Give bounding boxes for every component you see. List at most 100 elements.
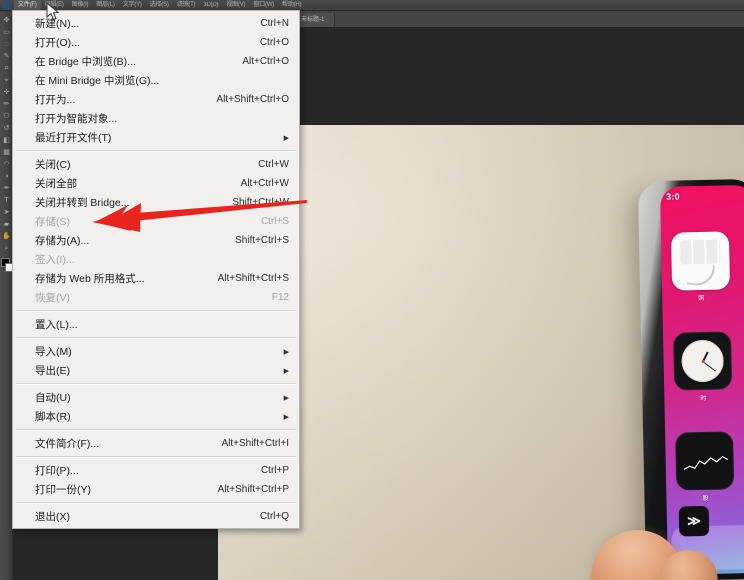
menu-item-accelerator: Shift+Ctrl+W [232,197,289,208]
menubar-item-select[interactable]: 选择(S) [146,0,173,11]
chevron-right-icon: ▶ [283,367,289,375]
clock-center-dot [701,359,705,363]
menu-item-browse-in-bridge[interactable]: 在 Bridge 中浏览(B)... Alt+Ctrl+O [13,52,299,71]
menu-item-accelerator: Ctrl+N [260,18,289,29]
menu-item-open-recent[interactable]: 最近打开文件(T) ▶ [13,128,299,147]
menu-item-close-all[interactable]: 关闭全部 Alt+Ctrl+W [13,174,299,193]
menubar-item-view[interactable]: 视图(V) [222,0,249,11]
menu-item-label: 自动(U) [35,392,71,404]
menu-item-label: 文件简介(F)... [35,438,100,450]
photoshop-logo-icon [2,0,11,10]
menu-item-accelerator: Alt+Ctrl+W [240,178,289,189]
menu-item-label: 打印一份(Y) [35,484,91,496]
menu-separator [16,383,296,385]
menu-item-label: 导出(E) [35,365,70,377]
menu-item-print-one-copy[interactable]: 打印一份(Y) Alt+Shift+Ctrl+P [13,480,299,499]
menu-item-open[interactable]: 打开(O)... Ctrl+O [13,33,299,52]
menu-item-label: 在 Bridge 中浏览(B)... [35,56,136,68]
menubar-item-filter[interactable]: 滤镜(T) [173,0,200,11]
iphone-device: 3:0 照 时 股 ≫ [637,178,744,580]
menu-item-label: 关闭并转到 Bridge... [35,197,130,209]
stocks-widget [675,431,735,491]
menu-item-check-in: 签入(I)... [13,250,299,269]
menu-separator [16,429,296,431]
menu-item-browse-in-mini-bridge[interactable]: 在 Mini Bridge 中浏览(G)... [13,71,299,90]
menubar-item-image[interactable]: 图像(I) [68,0,93,11]
menubar-item-3d[interactable]: 3D(D) [199,0,222,11]
menu-separator [16,502,296,504]
document-tab[interactable]: 未标题-1 [295,13,336,27]
menubar-item-help[interactable]: 帮助(H) [278,0,305,11]
menu-item-save-as[interactable]: 存储为(A)... Shift+Ctrl+S [13,231,299,250]
file-dropdown-menu[interactable]: 新建(N)... Ctrl+N 打开(O)... Ctrl+O 在 Bridge… [12,10,300,529]
photoshop-window: 文件(F) 编辑(E) 图像(I) 图层(L) 文字(Y) 选择(S) 滤镜(T… [0,0,744,580]
menu-item-label: 打开为... [35,94,76,106]
menu-item-accelerator: Ctrl+S [260,216,289,227]
menu-item-open-as-smart-object[interactable]: 打开为智能对象... [13,109,299,128]
document-tab-strip: 未标题-1 [295,11,744,28]
photos-widget-label: 照 [698,295,705,303]
menu-item-new[interactable]: 新建(N)... Ctrl+N [13,14,299,33]
clock-minute-hand [702,361,716,372]
menu-item-file-info[interactable]: 文件简介(F)... Alt+Shift+Ctrl+I [13,434,299,453]
menu-item-accelerator: Ctrl+W [258,159,289,170]
menu-separator [16,337,296,339]
menubar-item-layer[interactable]: 图层(L) [92,0,118,11]
menu-item-scripts[interactable]: 脚本(R) ▶ [13,407,299,426]
iphone-screen: 3:0 照 时 股 ≫ [659,184,744,575]
menu-item-label: 置入(L)... [35,319,78,331]
menu-item-accelerator: Alt+Shift+Ctrl+S [217,273,289,284]
menu-item-label: 退出(X) [35,511,70,523]
menu-item-accelerator: Alt+Ctrl+O [242,56,289,67]
menu-item-close-and-go-to-bridge[interactable]: 关闭并转到 Bridge... Shift+Ctrl+W [13,193,299,212]
menu-item-print[interactable]: 打印(P)... Ctrl+P [13,461,299,480]
chevron-right-icon: ▶ [283,413,289,421]
dock-app-icon: ≫ [678,505,710,537]
menu-item-exit[interactable]: 退出(X) Ctrl+Q [13,507,299,526]
menu-item-close[interactable]: 关闭(C) Ctrl+W [13,155,299,174]
menu-item-accelerator: Alt+Shift+Ctrl+I [221,438,289,449]
menu-item-save-for-web[interactable]: 存储为 Web 所用格式... Alt+Shift+Ctrl+S [13,269,299,288]
menu-item-accelerator: Alt+Shift+Ctrl+P [217,484,289,495]
menu-item-label: 脚本(R) [35,411,71,423]
menu-item-label: 关闭(C) [35,159,71,171]
menu-item-accelerator: Shift+Ctrl+S [235,235,289,246]
menu-separator [16,310,296,312]
menu-separator [16,150,296,152]
menubar-item-window[interactable]: 窗口(W) [249,0,278,11]
clock-widget [673,331,733,391]
clock-widget-label: 时 [700,395,707,403]
menu-item-accelerator: Alt+Shift+Ctrl+O [216,94,289,105]
menu-item-export[interactable]: 导出(E) ▶ [13,361,299,380]
menu-item-label: 打开为智能对象... [35,113,118,125]
photos-widget [670,231,731,291]
menu-item-save: 存储(S) Ctrl+S [13,212,299,231]
menu-item-label: 签入(I)... [35,254,75,266]
clock-face-icon [681,339,725,383]
menu-item-accelerator: Ctrl+O [259,37,289,48]
menu-item-label: 在 Mini Bridge 中浏览(G)... [35,75,160,87]
menu-item-automate[interactable]: 自动(U) ▶ [13,388,299,407]
photos-widget-curve-icon [686,262,716,288]
menubar-item-file[interactable]: 文件(F) [14,0,41,11]
menu-item-open-as[interactable]: 打开为... Alt+Shift+Ctrl+O [13,90,299,109]
menu-item-label: 存储(S) [35,216,70,228]
chevron-right-icon: ▶ [283,134,289,142]
status-bar-time: 3:0 [666,191,680,202]
menu-item-accelerator: Ctrl+P [260,465,289,476]
menu-item-label: 打开(O)... [35,37,80,49]
menu-item-import[interactable]: 导入(M) ▶ [13,342,299,361]
menu-item-revert: 恢复(V) F12 [13,288,299,307]
menu-item-label: 打印(P)... [35,465,79,477]
menu-item-accelerator: Ctrl+Q [259,511,289,522]
photos-widget-grid-icon [680,239,721,265]
stocks-chart-icon [683,455,728,470]
menu-item-label: 关闭全部 [35,178,77,190]
chevron-right-icon: ▶ [283,394,289,402]
menubar-item-type[interactable]: 文字(Y) [119,0,146,11]
stocks-widget-label: 股 [702,495,709,503]
menu-item-label: 最近打开文件(T) [35,132,112,144]
menubar-item-edit[interactable]: 编辑(E) [41,0,68,11]
menu-item-place[interactable]: 置入(L)... [13,315,299,334]
menu-item-accelerator: F12 [271,292,289,303]
